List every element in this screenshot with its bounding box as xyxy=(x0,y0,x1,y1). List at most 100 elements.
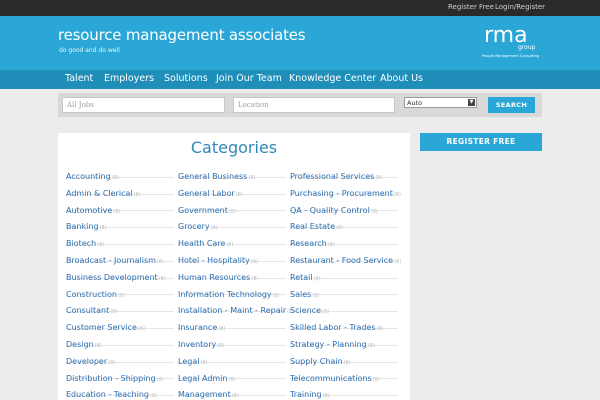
category-link[interactable]: Customer Service xyxy=(66,323,137,332)
category-link[interactable]: Business Development xyxy=(66,273,158,282)
category-item: Customer Service(8) xyxy=(66,312,174,332)
category-item: Automotive(8) xyxy=(66,195,174,215)
register-free-link[interactable]: Register Free xyxy=(448,3,494,11)
category-link[interactable]: Strategy - Planning xyxy=(290,340,367,349)
nav-solutions[interactable]: Solutions xyxy=(164,73,208,84)
category-item: Biotech(8) xyxy=(66,228,174,248)
category-link[interactable]: Installation - Maint - Repair xyxy=(178,306,286,315)
register-free-button[interactable]: REGISTER FREE xyxy=(420,133,542,151)
category-link[interactable]: Admin & Clerical xyxy=(66,189,133,198)
category-item: Professional Services(8) xyxy=(290,161,398,181)
site-tagline: do good and do well xyxy=(59,47,120,54)
category-link[interactable]: Inventory xyxy=(178,340,216,349)
categories-panel: Categories Accounting(8) Admin & Clerical… xyxy=(58,133,410,400)
category-count: (8) xyxy=(313,275,321,282)
main-nav: Talent Employers Solutions Join Our Team… xyxy=(0,70,600,89)
category-count: (8) xyxy=(248,175,256,181)
category-count: (8) xyxy=(158,275,166,282)
category-link[interactable]: Banking xyxy=(66,222,98,231)
category-link[interactable]: Professional Services xyxy=(290,172,374,181)
category-count: (8) xyxy=(376,326,384,333)
category-link[interactable]: Management xyxy=(178,390,231,399)
category-count: (8) xyxy=(113,208,121,215)
category-link[interactable]: Legal xyxy=(178,357,199,366)
category-link[interactable]: Biotech xyxy=(66,239,96,248)
category-link[interactable]: Health Care xyxy=(178,239,225,248)
nav-employers[interactable]: Employers xyxy=(104,73,154,84)
category-item: Skilled Labor - Trades(8) xyxy=(290,312,398,333)
category-link[interactable]: General Labor xyxy=(178,189,235,198)
category-link[interactable]: Developer xyxy=(66,357,107,366)
category-count: (8) xyxy=(367,342,375,349)
category-item: Admin & Clerical(8) xyxy=(66,178,174,198)
category-link[interactable]: QA - Quality Control xyxy=(290,206,370,215)
nav-talent[interactable]: Talent xyxy=(65,73,93,84)
location-input[interactable]: Location xyxy=(233,97,395,113)
category-select-value: Auto xyxy=(407,99,423,107)
category-count: (8) xyxy=(228,208,236,215)
category-link[interactable]: Real Estate xyxy=(290,222,335,231)
category-link[interactable]: Hotel - Hospitality xyxy=(178,256,250,265)
category-count: (8) xyxy=(393,191,401,198)
job-search-bar: All Jobs Location Auto ▼ SEARCH xyxy=(58,93,542,117)
category-link[interactable]: Government xyxy=(178,206,228,215)
category-count: (8) xyxy=(370,208,378,215)
category-link[interactable]: Retail xyxy=(290,273,313,282)
category-link[interactable]: Human Resources xyxy=(178,273,250,282)
category-column: Professional Services(8) Purchasing - Pro… xyxy=(290,161,402,400)
category-link[interactable]: Legal Admin xyxy=(178,374,227,383)
category-item: Distribution - Shipping(8) xyxy=(66,363,174,383)
category-item: Telecommunications(8) xyxy=(290,363,398,383)
category-link[interactable]: Skilled Labor - Trades xyxy=(290,323,376,332)
category-item: Legal Admin(8) xyxy=(178,363,286,383)
category-item: Science(8) xyxy=(290,295,398,315)
category-count: (8) xyxy=(372,376,380,383)
category-item: Developer(8) xyxy=(66,346,174,366)
category-link[interactable]: Restaurant - Food Service xyxy=(290,256,393,265)
category-link[interactable]: Sales xyxy=(290,290,311,299)
nav-knowledge-center[interactable]: Knowledge Center xyxy=(289,73,376,84)
login-register-link[interactable]: Login/Register xyxy=(495,3,545,11)
category-link[interactable]: Automotive xyxy=(66,206,112,215)
search-button[interactable]: SEARCH xyxy=(488,97,535,113)
category-item: Health Care(8) xyxy=(178,228,286,248)
category-item: Hotel - Hospitality(8) xyxy=(178,245,286,265)
category-item: Supply Chain(8) xyxy=(290,346,398,366)
category-count: (8) xyxy=(394,258,402,265)
category-count: (8) xyxy=(322,393,330,400)
nav-join-our-team[interactable]: Join Our Team xyxy=(216,73,282,84)
site-brand[interactable]: resource management associates xyxy=(58,26,306,44)
category-select[interactable]: Auto ▼ xyxy=(404,97,477,108)
top-bar: Register Free Login/Register xyxy=(0,0,600,16)
category-link[interactable]: Grocery xyxy=(178,222,210,231)
category-link[interactable]: Education - Teaching xyxy=(66,390,149,399)
category-count: (8) xyxy=(117,292,126,299)
category-link[interactable]: Construction xyxy=(66,290,117,299)
category-link[interactable]: Supply Chain xyxy=(290,357,343,366)
all-jobs-input[interactable]: All Jobs xyxy=(62,97,225,113)
nav-about-us[interactable]: About Us xyxy=(380,73,423,84)
category-item: Purchasing - Procurement(8) xyxy=(290,178,401,198)
category-link[interactable]: Insurance xyxy=(178,323,217,332)
category-link[interactable]: Purchasing - Procurement xyxy=(290,189,393,198)
category-link[interactable]: Accounting xyxy=(66,172,111,181)
category-link[interactable]: Broadcast - Journalism xyxy=(66,256,156,265)
category-link[interactable]: Design xyxy=(66,340,94,349)
category-link[interactable]: Consultant xyxy=(66,306,109,315)
category-link[interactable]: Telecommunications xyxy=(290,374,372,383)
category-column: General Business(8) General Labor(8) Gover… xyxy=(178,161,294,399)
category-item: Research (8) xyxy=(290,228,398,248)
category-item: Restaurant - Food Service(8) xyxy=(290,245,402,265)
category-count: (8) xyxy=(251,275,259,282)
category-item: General Labor (8) xyxy=(178,178,286,198)
category-link[interactable]: Science xyxy=(290,306,321,315)
category-count: (8) xyxy=(150,393,158,400)
category-item: General Business(8) xyxy=(178,161,286,181)
categories-grid: Accounting(8) Admin & Clerical(8) Automoti… xyxy=(66,161,402,400)
category-link[interactable]: Information Technology xyxy=(178,290,272,299)
rma-logo[interactable]: rma group People Management Consulting xyxy=(470,20,546,62)
category-link[interactable]: Research xyxy=(290,239,327,248)
category-link[interactable]: Training xyxy=(290,390,322,399)
category-link[interactable]: Distribution - Shipping xyxy=(66,374,156,383)
category-link[interactable]: General Business xyxy=(178,172,247,181)
